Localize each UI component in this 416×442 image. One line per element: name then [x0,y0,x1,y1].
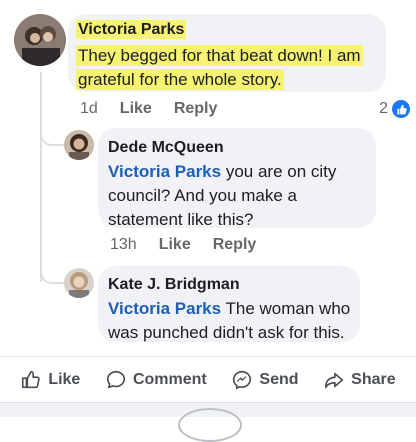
reply-author[interactable]: Kate J. Bridgman [108,275,354,295]
reaction-count[interactable]: 2 [379,100,410,118]
like-link[interactable]: Like [120,100,152,118]
comment-bubble: Victoria Parks They begged for that beat… [68,14,386,92]
like-button[interactable]: Like [20,369,80,391]
share-button[interactable]: Share [323,369,396,391]
author-name[interactable]: Victoria Parks [76,20,187,39]
like-link[interactable]: Like [159,236,191,254]
comment-time[interactable]: 1d [80,100,98,118]
reply-text: Victoria Parks The woman who was punched… [108,299,351,342]
mention-link[interactable]: Victoria Parks [108,299,221,318]
speech-bubble-icon [106,370,126,389]
avatar-photo [64,268,94,298]
avatar[interactable] [14,14,66,66]
like-label: Like [48,371,81,388]
send-label: Send [259,371,299,388]
thread-line [40,72,42,282]
comment-author[interactable]: Victoria Parks [76,20,376,40]
like-reaction-icon [392,100,410,118]
reply-meta: 13h Like Reply [110,236,256,254]
reply-connector [40,270,64,284]
messenger-icon [233,370,252,390]
reply-link[interactable]: Reply [213,236,257,254]
reply-bubble: Dede McQueen Victoria Parks you are on c… [98,128,376,229]
mention-link[interactable]: Victoria Parks [108,162,221,181]
comment-text: They begged for that beat down! I am gra… [76,45,363,90]
comment-meta: 1d Like Reply [80,100,217,118]
avatar[interactable] [64,130,94,160]
share-arrow-icon [325,372,344,389]
avatar-photo [14,14,66,66]
avatar-photo [64,130,94,160]
divider [0,356,416,357]
reply-bubble: Kate J. Bridgman Victoria Parks The woma… [98,266,360,342]
share-label: Share [351,371,396,388]
comment-label: Comment [132,371,207,388]
reaction-count-number: 2 [379,100,388,117]
post-action-bar: Like Comment Send Share [0,360,416,400]
send-button[interactable]: Send [231,369,299,391]
reply-author[interactable]: Dede McQueen [108,138,370,158]
avatar[interactable] [64,268,94,298]
reply-connector [40,132,64,146]
comment-button[interactable]: Comment [105,369,207,391]
reply-time[interactable]: 13h [110,236,137,254]
partial-circle-icon [178,408,242,442]
thumbs-up-icon [22,370,41,389]
reply-text: Victoria Parks you are on city council? … [108,162,337,229]
reply-link[interactable]: Reply [174,100,218,118]
